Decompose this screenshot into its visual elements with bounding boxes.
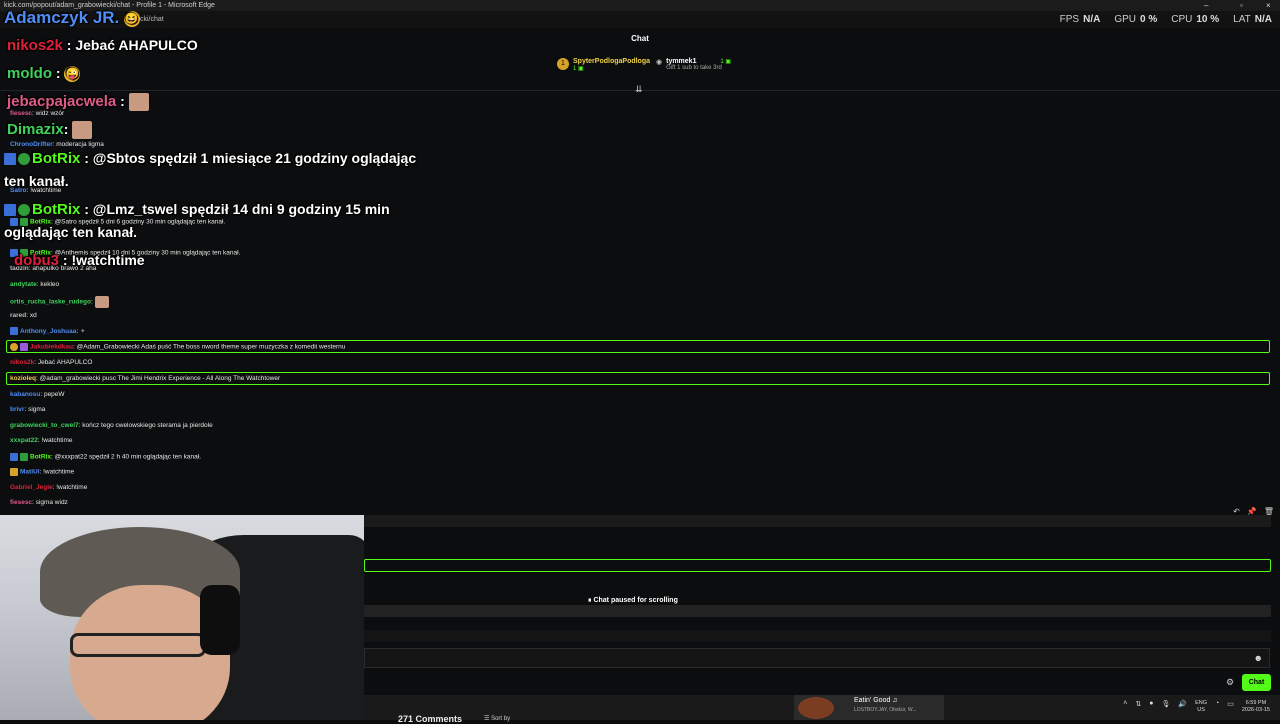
grin-emote-icon: 😜: [64, 66, 81, 83]
webcam-feed: [0, 515, 364, 720]
chat-input[interactable]: ☻: [364, 648, 1270, 668]
overlay-message-cont: oglądając ten kanał.: [4, 224, 138, 240]
chat-overflow-area: [364, 515, 1280, 695]
sort-icon: ☰: [484, 716, 490, 722]
battery-icon[interactable]: ▭: [1227, 700, 1234, 714]
user-icon: ◉: [656, 59, 663, 66]
comments-count: 271 Comments: [398, 714, 463, 724]
chat-message: fiesesc: sigma widz: [10, 499, 68, 506]
gear-icon[interactable]: ⚙: [1226, 677, 1234, 688]
face-emote-icon: [94, 296, 109, 308]
sort-button[interactable]: ☰ Sort by: [484, 715, 510, 722]
album-art: [798, 697, 834, 719]
browser-titlebar: kick.com/popout/adam_grabowiecki/chat - …: [0, 0, 1280, 11]
address-text: cki/chat: [140, 16, 164, 23]
pause-icon: ⏸: [588, 597, 592, 604]
chat-message-highlighted: kozioleq: @adam_grabowiecki pusc The Jim…: [10, 375, 281, 382]
chat-message: nikos2k: Jebać AHAPULCO: [10, 359, 93, 366]
perf-fps: FPS N/A: [1059, 14, 1101, 25]
face-emote-icon: [128, 93, 149, 112]
perf-cpu: CPU 10 %: [1171, 14, 1220, 25]
close-icon[interactable]: ×: [1266, 0, 1271, 11]
chat-message: grabowiecki_to_cwel7: kończ tego cwelows…: [10, 422, 213, 429]
mic-icon[interactable]: 🎙: [1161, 700, 1170, 714]
overlay-message: Dimazix:: [7, 121, 93, 140]
minimize-icon[interactable]: –: [1204, 0, 1208, 11]
maximize-icon[interactable]: ▫: [1240, 0, 1243, 11]
chat-message: MatiUi: !watchtime: [10, 468, 74, 476]
chat-message: brivr: sigma: [10, 406, 46, 413]
taskbar: 271 Comments ☰ Sort by Eatin' Good ♫ LOS…: [364, 695, 1280, 724]
top-gifter-2[interactable]: ◉ tymmek1 1 ▣ Gift 1 sub to take 3rd: [656, 58, 731, 71]
top-gifter-1[interactable]: 1 SpyterPodlogaPodloga 1 ▣: [557, 58, 650, 72]
media-artist: LOSTBOY.JAY, Obskür, W...: [854, 707, 917, 713]
overlay-message: BotRix : @Sbtos spędził 1 miesiące 21 go…: [4, 150, 416, 167]
chat-message: Gabriel_Jegie: !watchtime: [10, 484, 88, 491]
chat-message: xxxpat22: !watchtime: [10, 437, 73, 444]
overlay-message: Adamczyk JR. 😆: [4, 8, 140, 27]
media-title: Eatin' Good ♫: [854, 697, 898, 704]
chat-message: ortis_rucha_laske_rudego:: [10, 296, 109, 308]
language-indicator[interactable]: ENG US: [1195, 700, 1207, 714]
system-tray: ˄ ⇅ ● 🎙 🔊 ENG US ◔ ▭ 6:59 PM 2026-03-15: [1123, 700, 1270, 714]
perf-lat: LAT N/A: [1233, 14, 1272, 25]
overlay-message: BotRix : @Lmz_tswel spędził 14 dni 9 god…: [4, 201, 390, 218]
emote-icon: ✦: [79, 328, 86, 335]
chat-paused-banner[interactable]: ⏸ Chat paused for scrolling: [588, 597, 678, 605]
overlay-message: dobu3 : !watchtime: [14, 252, 145, 269]
chat-message-highlighted: Jakubiekdkau: @Adam_Grabowiecki Adaś puś…: [10, 343, 345, 351]
chat-message: kabanosu: pepeW: [10, 391, 65, 398]
chat-message: andytate: kekleo: [10, 281, 60, 288]
chat-send-button[interactable]: Chat: [1242, 674, 1271, 691]
laughing-emote-icon: 😆: [123, 10, 140, 27]
perf-gpu: GPU 0 %: [1114, 14, 1158, 25]
wifi-icon[interactable]: ◔: [1215, 700, 1219, 714]
collapse-icon[interactable]: ⇊: [635, 84, 643, 95]
clock[interactable]: 6:59 PM 2026-03-15: [1242, 700, 1270, 714]
overlay-message: moldo : 😜: [7, 65, 81, 83]
face-emote-icon: [72, 121, 93, 140]
overlay-message-cont: ten kanał.: [4, 173, 69, 189]
volume-icon[interactable]: 🔊: [1178, 700, 1187, 714]
media-widget[interactable]: Eatin' Good ♫ LOSTBOY.JAY, Obskür, W...: [794, 695, 944, 720]
network-icon[interactable]: ⇅: [1135, 700, 1141, 714]
chat-message: rared: xd: [10, 312, 37, 319]
emoji-icon[interactable]: ☻: [1254, 653, 1263, 663]
perf-overlay: FPS N/A GPU 0 % CPU 10 % LAT N/A: [1060, 11, 1272, 28]
chat-message: BotRix: @xxxpat22 spędził 2 h 40 min ogl…: [10, 453, 201, 461]
gifter-count: 1 ▣: [573, 66, 584, 72]
chat-message: Anthony_Joshuaa: ✦: [10, 327, 86, 336]
gifter-name: tymmek1: [666, 58, 697, 65]
app-icon[interactable]: ●: [1149, 700, 1153, 714]
chevron-up-icon[interactable]: ˄: [1123, 700, 1127, 714]
gifter-name: SpyterPodlogaPodloga: [573, 58, 651, 65]
overlay-message: nikos2k : Jebać AHAPULCO: [7, 37, 198, 54]
chat-message: ChronoDrifter: moderacja ligma: [10, 141, 104, 148]
gifter-hint: Gift 1 sub to take 3rd: [666, 65, 722, 71]
gold-medal-icon: 1: [557, 58, 569, 70]
overlay-message: jebacpajacwela :: [7, 93, 149, 112]
